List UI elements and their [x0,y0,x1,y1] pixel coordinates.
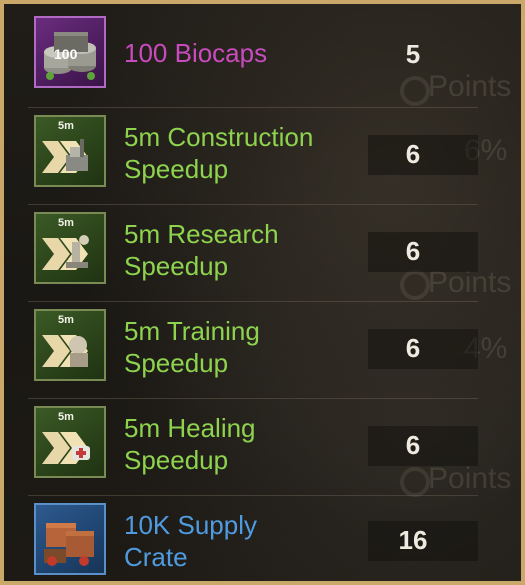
speedup-duration-badge: 5m [58,314,74,326]
item-name-line2: Speedup [124,251,229,281]
item-name: 5m Construction [124,122,314,152]
biocaps-amount-badge: 100 [54,46,78,62]
reward-row: 5m 5m Healing Speedup 6 [28,398,478,496]
reward-row: 10K Supply Crate 16 [28,495,478,581]
item-quantity: 6 [405,236,421,266]
reward-row: 5m 5m Research Speedup 6 [28,204,478,302]
item-name: 10K Supply [124,510,257,540]
training-speedup-icon: 5m [34,309,106,381]
reward-list-panel: Points 6% Points 4% Points 100 100 Bioca… [0,0,525,585]
healing-speedup-icon: 5m [34,406,106,478]
item-name: 5m Research [124,219,279,249]
item-quantity: 6 [405,430,421,460]
research-speedup-icon: 5m [34,212,106,284]
item-name: 100 Biocaps [124,38,268,68]
reward-row: 100 100 Biocaps 5 [28,10,478,108]
item-name-line2: Crate [124,542,188,572]
item-name-line2: Speedup [124,348,229,378]
item-name: 5m Training [124,316,260,346]
speedup-duration-badge: 5m [58,120,74,132]
reward-row: 5m 5m Training Speedup 6 [28,301,478,399]
reward-row: 5m 5m Construction Speedup 6 [28,107,478,205]
construction-speedup-icon: 5m [34,115,106,187]
item-quantity: 5 [405,39,421,69]
item-quantity: 6 [405,333,421,363]
item-name-line2: Speedup [124,154,229,184]
item-quantity: 6 [405,139,421,169]
speedup-duration-badge: 5m [58,411,74,423]
supply-crate-icon [34,503,106,575]
speedup-duration-badge: 5m [58,217,74,229]
item-name-line2: Speedup [124,445,229,475]
item-name: 5m Healing [124,413,256,443]
item-quantity: 16 [398,525,428,555]
